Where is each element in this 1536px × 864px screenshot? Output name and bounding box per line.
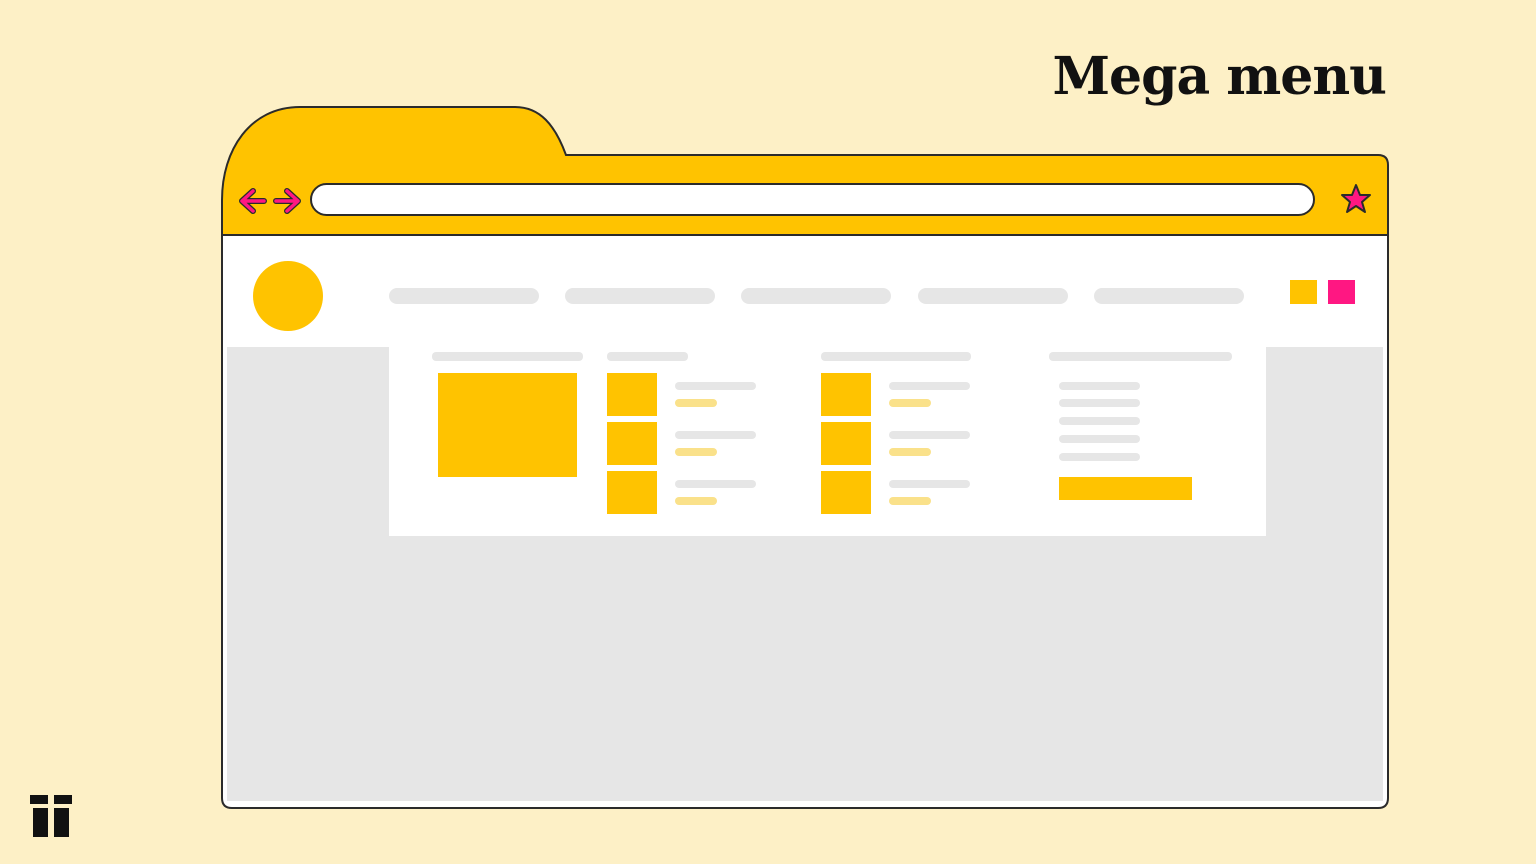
column-3-item-1-title[interactable] (889, 382, 970, 390)
column-4-heading (1049, 352, 1232, 361)
column-2-thumb-2[interactable] (607, 422, 657, 465)
column-3-heading (821, 352, 971, 361)
column-3-thumb-2[interactable] (821, 422, 871, 465)
nav-item-1[interactable] (389, 288, 539, 304)
nav-item-2[interactable] (565, 288, 715, 304)
nav-item-4[interactable] (918, 288, 1068, 304)
column-2-heading (607, 352, 688, 361)
column-2-item-1-subtitle (675, 399, 717, 407)
column-4-link-5[interactable] (1059, 453, 1140, 461)
feature-image[interactable] (438, 373, 577, 477)
column-4-link-2[interactable] (1059, 399, 1140, 407)
header-square-pink[interactable] (1328, 280, 1355, 304)
nav-item-5[interactable] (1094, 288, 1244, 304)
column-2-thumb-1[interactable] (607, 373, 657, 416)
column-4-link-4[interactable] (1059, 435, 1140, 443)
site-logo[interactable] (253, 261, 323, 331)
header-square-yellow[interactable] (1290, 280, 1317, 304)
column-3-thumb-3[interactable] (821, 471, 871, 514)
column-3-thumb-1[interactable] (821, 373, 871, 416)
column-2-thumb-3[interactable] (607, 471, 657, 514)
column-3-item-3-title[interactable] (889, 480, 970, 488)
column-3-item-1-subtitle (889, 399, 931, 407)
address-bar[interactable] (310, 183, 1315, 216)
browser-toolbar (221, 106, 1389, 237)
column-1-heading (432, 352, 583, 361)
nav-item-3[interactable] (741, 288, 891, 304)
column-3-item-2-title[interactable] (889, 431, 970, 439)
column-2-item-3-subtitle (675, 497, 717, 505)
column-3-item-2-subtitle (889, 448, 931, 456)
column-2-item-3-title[interactable] (675, 480, 756, 488)
column-2-item-2-subtitle (675, 448, 717, 456)
column-4-link-1[interactable] (1059, 382, 1140, 390)
column-2-item-1-title[interactable] (675, 382, 756, 390)
column-4-link-3[interactable] (1059, 417, 1140, 425)
logo-mark-icon (30, 795, 72, 837)
page-title: Mega menu (1052, 46, 1387, 107)
column-4-cta-button[interactable] (1059, 477, 1192, 500)
column-3-item-3-subtitle (889, 497, 931, 505)
column-2-item-2-title[interactable] (675, 431, 756, 439)
